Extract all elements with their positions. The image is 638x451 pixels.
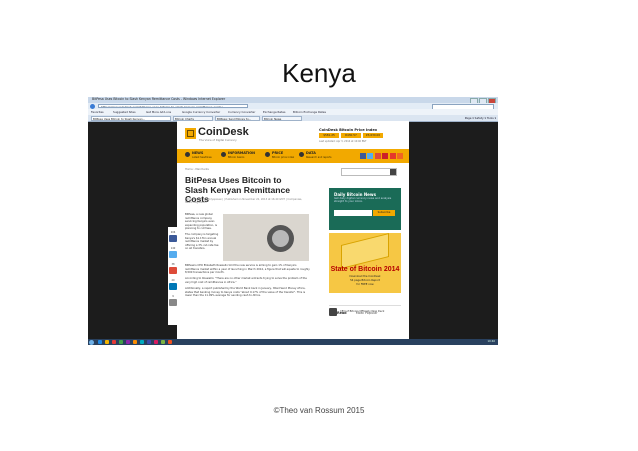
article-lead: BitPesa, a new global remittance company… <box>185 213 221 253</box>
magnifier-icon <box>267 225 294 252</box>
twitter-share-icon[interactable] <box>169 251 177 258</box>
site-tagline: The Voice of Digital Currency <box>199 139 237 142</box>
browser-screenshot: BitPesa Uses Bitcoin to Slash Kenyan Rem… <box>88 97 498 345</box>
taskbar-app-icon[interactable] <box>98 340 102 344</box>
nav-label: NEWS <box>192 151 204 155</box>
site-search-input[interactable] <box>341 168 397 176</box>
share-count: 38 <box>171 263 175 266</box>
ad-line: 54 page Bitcoin Report <box>350 279 380 282</box>
share-count: 206 <box>170 231 176 234</box>
pinterest-icon[interactable] <box>382 153 388 159</box>
social-links <box>359 153 403 159</box>
newsletter-text: Get daily digital currency news and anal… <box>334 197 392 203</box>
email-share-icon[interactable] <box>169 299 177 306</box>
favorite-link[interactable]: Bitcoin Exchange Rates <box>293 110 326 114</box>
divider <box>329 305 401 306</box>
article-body: BitPesa's CEO Elizabeth Rossiello told t… <box>185 264 310 300</box>
googleplus-share-icon[interactable] <box>169 267 177 274</box>
nav-sublabel: Bitcoin price index <box>272 156 295 159</box>
share-count: 20 <box>171 279 175 282</box>
start-button-icon[interactable] <box>89 339 94 345</box>
newsletter-email-input[interactable] <box>334 210 372 216</box>
favorite-link[interactable]: Exchange Rates <box>263 110 285 114</box>
back-arrow-icon[interactable] <box>90 103 95 109</box>
news-icon <box>185 152 190 157</box>
taskbar-app-icon[interactable] <box>105 340 109 344</box>
browser-tab[interactable]: BitPesa Uses Bitcoin to Slash Kenyan... <box>91 116 171 121</box>
favorite-link[interactable]: Google Currency Converter <box>182 110 220 114</box>
ad-line: Download the CoinDesk <box>349 275 381 278</box>
favorite-link[interactable]: Get More Add-ons <box>146 110 171 114</box>
newsletter-box: Daily Bitcoin News Get daily digital cur… <box>329 188 401 230</box>
favorite-link[interactable]: Suggested Sites <box>113 110 136 114</box>
article-byline: Emily Spaven (@emilyspaven) | Published … <box>185 198 303 205</box>
googleplus-icon[interactable] <box>374 153 381 159</box>
subscribe-button[interactable]: Subscribe <box>373 210 395 216</box>
taskbar-app-icon[interactable] <box>161 340 165 344</box>
share-count: 9 <box>172 295 174 298</box>
price-box-eur[interactable]: €430.57 <box>341 133 361 138</box>
gold-bar-icon <box>341 233 389 269</box>
body-paragraph: Additionally, a report published by the … <box>185 286 306 298</box>
breadcrumb[interactable]: Home › Merchants <box>185 168 209 171</box>
lead-paragraph: BitPesa, a new global remittance company… <box>185 213 217 231</box>
price-icon <box>265 152 270 157</box>
ad-title: State of Bitcoin 2014 <box>330 266 400 273</box>
favorite-link[interactable]: Currency Converter <box>228 110 255 114</box>
command-bar[interactable]: Page ▾ Safety ▾ Tools ▾ <box>465 116 496 120</box>
slide-title: Kenya <box>282 58 356 88</box>
nav-sublabel: Research and reports <box>306 156 332 159</box>
coindesk-logo-icon[interactable] <box>185 128 196 139</box>
information-icon <box>221 152 226 157</box>
rss-icon[interactable] <box>397 153 403 159</box>
window-title: BitPesa Uses Bitcoin to Slash Kenyan Rem… <box>92 97 226 101</box>
ad-line: for FREE now <box>356 283 374 286</box>
taskbar-app-icon[interactable] <box>168 340 172 344</box>
taskbar-app-icon[interactable] <box>154 340 158 344</box>
nav-label: DATA <box>306 151 316 155</box>
nav-label: INFORMATION <box>228 151 255 155</box>
nav-sublabel: Bitcoin basics <box>228 156 245 159</box>
body-paragraph: According to Rossiello: "There are no ot… <box>185 277 307 284</box>
slide-footer: ©Theo van Rossum 2015 <box>273 406 365 415</box>
share-count: 140 <box>170 247 176 250</box>
twitter-icon[interactable] <box>367 153 373 159</box>
taskbar-app-icon[interactable] <box>112 340 116 344</box>
article-image <box>223 214 309 261</box>
taskbar-app-icon[interactable] <box>119 340 123 344</box>
hot-read-item[interactable]: CEO of Bitcoin Officially Now Deck <box>329 308 401 318</box>
coindesk-page: CoinDesk The Voice of Digital Currency C… <box>177 121 409 339</box>
price-box-usd[interactable]: $581.25 <box>319 133 339 138</box>
body-paragraph: BitPesa's CEO Elizabeth Rossiello told t… <box>185 264 310 275</box>
hot-read-title: CEO of Bitcoin Officially Now Deck <box>340 310 385 313</box>
windows-taskbar: 10:40 <box>88 339 498 345</box>
lead-paragraph: The company is targeting Kenya's $1.17bn… <box>185 232 219 251</box>
state-of-bitcoin-ad[interactable]: State of Bitcoin 2014 Download the CoinD… <box>329 233 401 293</box>
price-index-updated: Last updated: Apr 3, 2014 at 10:40 BST <box>319 140 367 143</box>
nav-sublabel: Latest headlines <box>192 156 212 159</box>
facebook-share-icon[interactable] <box>169 235 177 242</box>
address-bar[interactable]: http://www.coindesk.com/bitpesa-uses-bit… <box>98 104 248 108</box>
thumbnail-image <box>329 308 337 316</box>
taskbar-app-icon[interactable] <box>126 340 130 344</box>
taskbar-app-icon[interactable] <box>140 340 144 344</box>
site-logo[interactable]: CoinDesk <box>198 126 249 138</box>
nav-label: PRICE <box>272 151 284 155</box>
linkedin-share-icon[interactable] <box>169 283 177 290</box>
youtube-icon[interactable] <box>389 153 396 159</box>
taskbar-app-icon[interactable] <box>133 340 137 344</box>
main-nav: NEWS Latest headlines INFORMATION Bitcoi… <box>177 149 409 163</box>
facebook-icon[interactable] <box>359 153 366 159</box>
taskbar-app-icon[interactable] <box>147 340 151 344</box>
favorites-button[interactable]: Favorites <box>91 110 104 114</box>
system-clock: 10:40 <box>487 340 495 343</box>
price-index-title[interactable]: CoinDesk Bitcoin Price Index <box>319 128 377 132</box>
price-box-cny[interactable]: ¥3,630.00 <box>363 133 383 138</box>
price-index-boxes: $581.25 €430.57 ¥3,630.00 <box>319 133 383 138</box>
data-icon <box>299 152 304 157</box>
